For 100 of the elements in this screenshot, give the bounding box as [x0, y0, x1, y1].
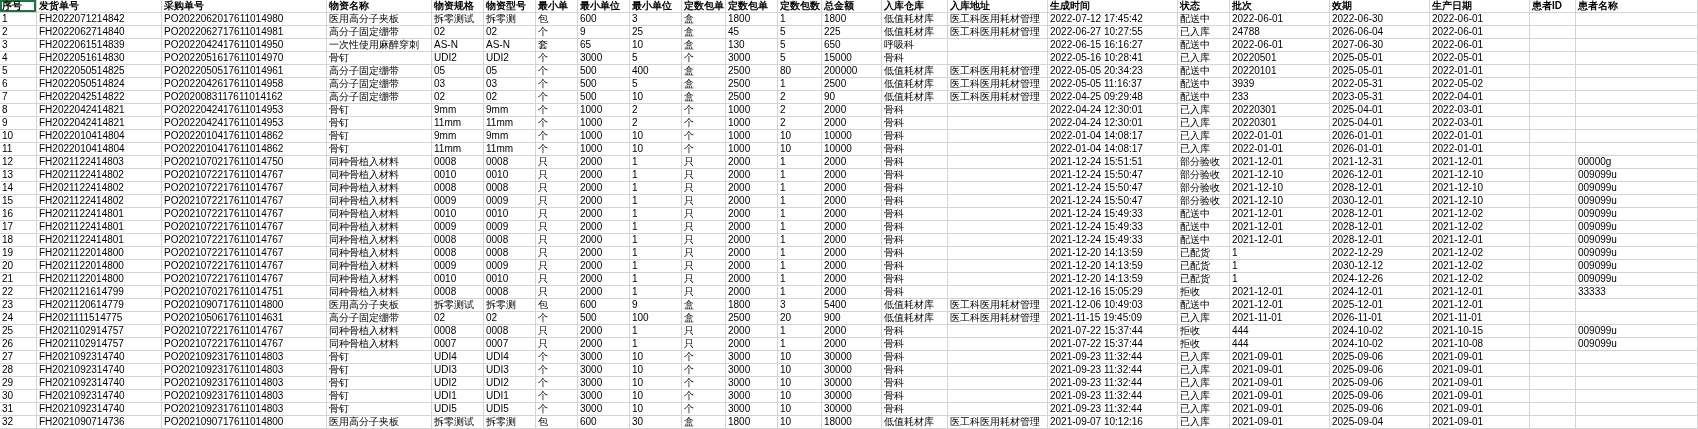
table-cell: 2000: [578, 182, 630, 195]
table-cell: 20220301: [1230, 117, 1330, 130]
table-cell: 11mm: [484, 117, 536, 130]
table-cell: 包: [536, 299, 578, 312]
table-cell: 2022-01-01: [1230, 130, 1330, 143]
table-cell: 0010: [484, 273, 536, 286]
table-cell: 骨钉: [327, 377, 432, 390]
table-cell: FH2021102914757: [37, 325, 162, 338]
table-cell: 只: [536, 325, 578, 338]
table-cell: 3939: [1230, 78, 1330, 91]
table-cell: 骨科: [882, 208, 948, 221]
table-cell: 0007: [484, 338, 536, 351]
table-cell: 医用高分子夹板: [327, 299, 432, 312]
table-cell: 医工科医用耗材管理: [948, 13, 1048, 26]
empty-cell: [1530, 286, 1576, 299]
table-cell: 2024-10-02: [1330, 338, 1430, 351]
table-cell: 个: [536, 312, 578, 325]
table-cell: 45: [726, 26, 778, 39]
table-cell: PO2022042417611014950: [162, 39, 327, 52]
table-cell: 2: [778, 117, 822, 130]
table-cell: 2000: [578, 156, 630, 169]
table-cell: 6: [0, 78, 37, 91]
table-cell: 已入库: [1178, 377, 1230, 390]
table-cell: 3000: [726, 364, 778, 377]
table-cell: 拆零测: [484, 416, 536, 429]
table-cell: 2025-09-04: [1330, 416, 1430, 429]
table-cell: 2021-12-24 15:49:33: [1048, 234, 1178, 247]
table-cell: 2021-12-10: [1430, 169, 1530, 182]
table-cell: 骨钉: [327, 104, 432, 117]
empty-cell: [1530, 247, 1576, 260]
table-cell: UDI2: [484, 52, 536, 65]
table-cell: 400: [630, 65, 682, 78]
table-cell: 同种骨植入材料: [327, 273, 432, 286]
table-cell: 10000: [822, 143, 882, 156]
table-cell: 02: [484, 26, 536, 39]
table-cell: 盒: [682, 416, 726, 429]
table-cell: 1: [630, 260, 682, 273]
table-cell: 2022-01-04 14:08:17: [1048, 143, 1178, 156]
table-cell: 医工科医用耗材管理: [948, 91, 1048, 104]
table-cell: 0009: [432, 195, 484, 208]
table-cell: 医工科医用耗材管理: [948, 78, 1048, 91]
table-cell: 1000: [726, 130, 778, 143]
table-cell: 2022-04-24 12:30:01: [1048, 104, 1178, 117]
table-cell: 0010: [484, 208, 536, 221]
table-cell: 009099u: [1576, 260, 1698, 273]
table-cell: 骨科: [882, 234, 948, 247]
table-cell: 2021-12-01: [1230, 299, 1330, 312]
table-cell: 0009: [432, 221, 484, 234]
table-cell: 部分验收: [1178, 169, 1230, 182]
table-cell: 个: [682, 351, 726, 364]
table-cell: 30000: [822, 403, 882, 416]
table-cell: 1: [778, 286, 822, 299]
table-cell: 2000: [822, 273, 882, 286]
table-cell: 2000: [578, 338, 630, 351]
table-cell: 3: [0, 39, 37, 52]
table-cell: 个: [682, 130, 726, 143]
table-cell: 2021-12-20 14:13:59: [1048, 260, 1178, 273]
table-cell: 1: [778, 338, 822, 351]
table-cell: 18000: [822, 416, 882, 429]
table-cell: 骨科: [882, 104, 948, 117]
table-cell: 2021-12-01: [1230, 221, 1330, 234]
table-cell: PO2022062017611014980: [162, 13, 327, 26]
column-header: 最小单: [536, 0, 578, 13]
table-cell: 2021-09-01: [1430, 403, 1530, 416]
empty-cell: [1530, 169, 1576, 182]
table-cell: 1: [630, 338, 682, 351]
table-cell: 2000: [578, 195, 630, 208]
table-cell: 已入库: [1178, 364, 1230, 377]
table-cell: FH2022042414821: [37, 117, 162, 130]
table-cell: 骨钉: [327, 364, 432, 377]
table-cell: 高分子固定绷带: [327, 78, 432, 91]
table-cell: 90: [822, 91, 882, 104]
table-cell: 2021-12-01: [1430, 299, 1530, 312]
table-cell: 1000: [578, 143, 630, 156]
table-cell: 2026-11-01: [1330, 312, 1430, 325]
table-cell: 2021-12-24 15:50:47: [1048, 182, 1178, 195]
table-cell: 部分验收: [1178, 195, 1230, 208]
table-cell: 已入库: [1178, 312, 1230, 325]
table-cell: PO2022010417611014862: [162, 130, 327, 143]
table-cell: 20220301: [1230, 104, 1330, 117]
table-cell: UDI3: [432, 364, 484, 377]
table-cell: 2022-06-27 10:27:55: [1048, 26, 1178, 39]
table-cell: 27: [0, 351, 37, 364]
table-cell: 1: [1230, 260, 1330, 273]
table-cell: 2022-01-01: [1430, 130, 1530, 143]
table-cell: 医工科医用耗材管理: [948, 416, 1048, 429]
table-cell: PO2021072217611014767: [162, 234, 327, 247]
table-cell: 2021-12-01: [1430, 234, 1530, 247]
table-cell: 2022-06-30: [1330, 13, 1430, 26]
table-cell: 10: [630, 39, 682, 52]
table-cell: 4: [0, 52, 37, 65]
table-cell: 盒: [682, 26, 726, 39]
table-cell: 2021-09-01: [1230, 390, 1330, 403]
table-cell: 2022-01-01: [1430, 143, 1530, 156]
table-cell: 2028-12-01: [1330, 208, 1430, 221]
table-cell: 只: [682, 195, 726, 208]
table-cell: UDI2: [484, 377, 536, 390]
table-cell: 个: [682, 390, 726, 403]
table-cell: FH2021102914757: [37, 338, 162, 351]
table-cell: 2021-11-01: [1430, 312, 1530, 325]
